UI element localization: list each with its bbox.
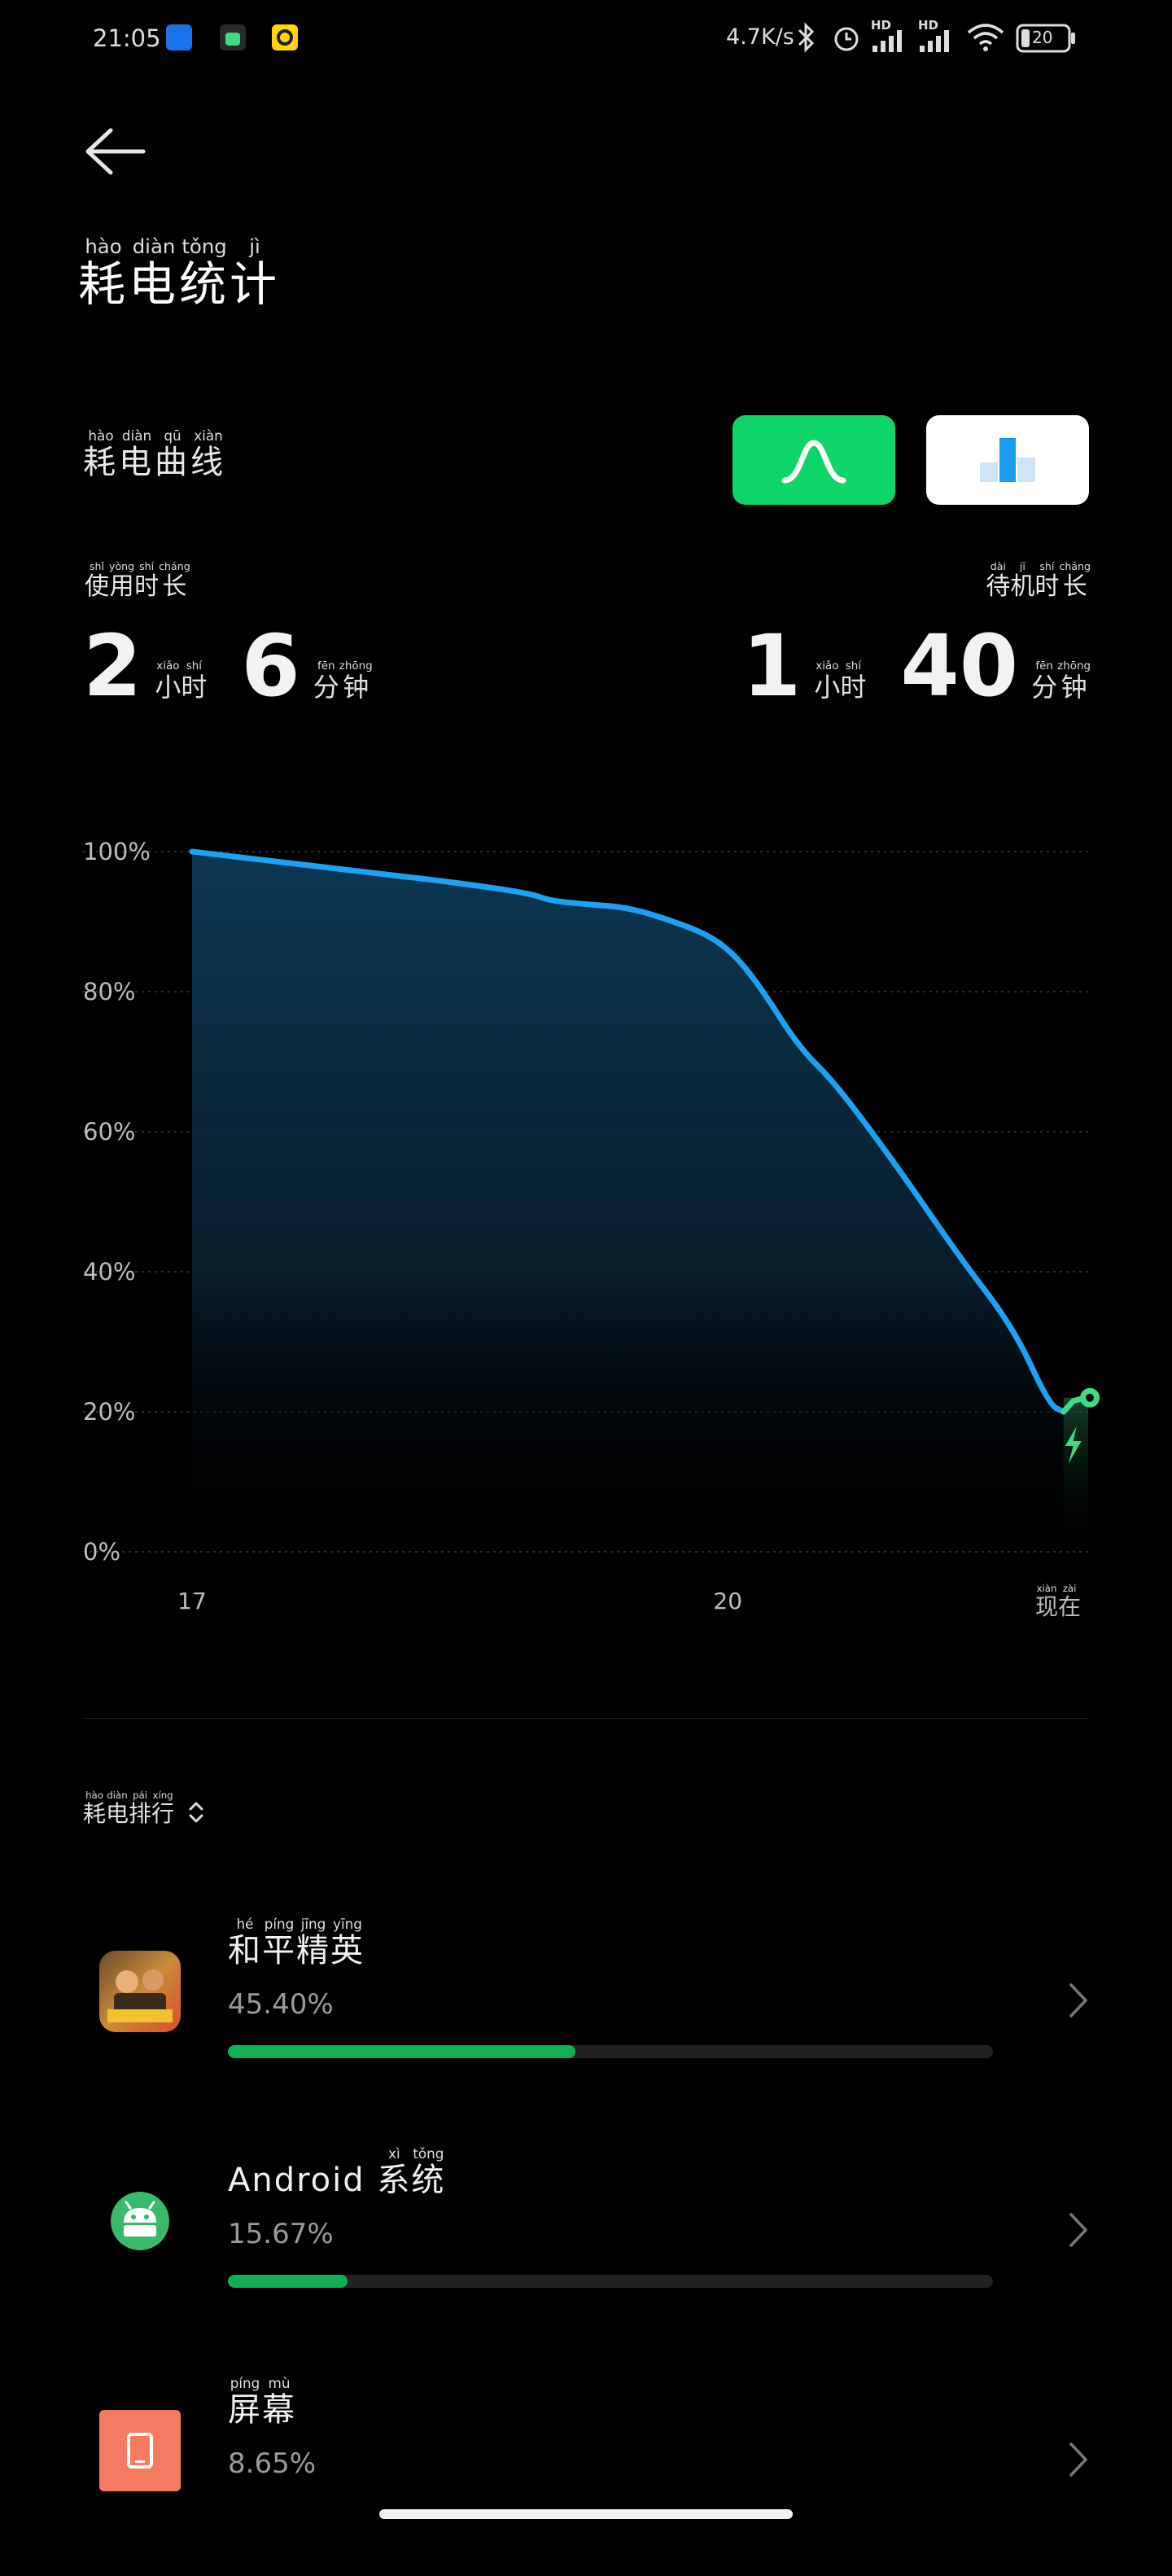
chevron-right-icon [1069, 2442, 1087, 2477]
app-usage-bar-fill [228, 2045, 575, 2058]
app-usage-row[interactable]: Android 系xì统tǒng 15.67% [0, 2143, 1172, 2346]
minute-unit: 分fēn钟zhōng [313, 660, 373, 703]
discharge-area [192, 852, 1064, 1552]
app-name: Android 系xì统tǒng [228, 2145, 446, 2199]
android-icon [99, 2180, 181, 2262]
usage-duration-value: 2 小xiǎo时shí 6 分fēn钟zhōng [83, 611, 387, 708]
y-tick-label: 20% [83, 1398, 135, 1426]
status-time: 21:05 [93, 24, 161, 52]
standby-duration-value: 1 小xiǎo时shí 40 分fēn钟zhōng [742, 611, 1105, 708]
yellow-app-icon [272, 24, 298, 50]
curve-icon [781, 440, 846, 484]
charging-area [1063, 1397, 1089, 1552]
home-indicator[interactable] [379, 2509, 793, 2519]
chevron-right-icon [1069, 1983, 1087, 2017]
bar-view-toggle[interactable] [926, 415, 1089, 505]
minute-unit: 分fēn钟zhōng [1031, 660, 1091, 703]
alarm-icon [834, 27, 859, 51]
status-bar: 21:05 4.7K/s HD HD 20 [0, 0, 1172, 78]
sort-label: 耗hào电diàn排pái行xíng [83, 1790, 175, 1827]
usage-duration-label: 使shǐ用yòng时shí长cháng [85, 560, 190, 601]
kugou-app-icon [166, 24, 192, 50]
signal-icon [872, 30, 902, 52]
curve-view-toggle[interactable] [732, 415, 895, 505]
sort-selector[interactable]: 耗hào电diàn排pái行xíng [83, 1790, 208, 1829]
battery-level: 20 [1032, 28, 1053, 47]
app-usage-bar [228, 2045, 993, 2058]
app-percent: 45.40% [228, 1988, 334, 2021]
page-title: 耗hào电diàn统tǒng计jì [78, 234, 281, 312]
app-percent: 8.65% [228, 2447, 317, 2480]
usage-minutes: 6 [241, 616, 300, 716]
standby-minutes: 40 [900, 616, 1019, 716]
y-tick-label: 100% [83, 838, 151, 865]
y-tick-label: 80% [83, 978, 135, 1005]
x-end-label: 现xiàn在zài [1035, 1583, 1082, 1620]
battery-curve-chart: 100% 80% 60% 40% 20% 0% 17 20 [83, 838, 1100, 1614]
standby-duration-label: 待dài机jī时shí长cháng [986, 560, 1091, 601]
hour-unit: 小xiǎo时shí [814, 660, 867, 703]
section-divider [83, 1718, 1089, 1719]
bar-chart-icon [980, 438, 1035, 482]
app-name: 和hé平píng精jīng英yīng [228, 1916, 365, 1969]
app-usage-bar [228, 2275, 993, 2288]
wifi-icon [967, 24, 1004, 51]
x-tick-label: 17 [177, 1588, 207, 1614]
app-percent: 15.67% [228, 2218, 334, 2250]
x-tick-label: 20 [713, 1588, 742, 1614]
back-button[interactable] [78, 122, 156, 181]
hour-unit: 小xiǎo时shí [155, 660, 208, 703]
android-notify-icon [220, 24, 246, 50]
curve-section-title: 耗hào电diàn曲qū线xiàn [83, 427, 226, 481]
peace-elite-game-icon [99, 1951, 181, 2032]
current-point-core [1086, 1393, 1095, 1402]
chevron-right-icon [1069, 2213, 1087, 2247]
app-usage-row[interactable]: 和hé平píng精jīng英yīng 45.40% [0, 1913, 1172, 2117]
sort-updown-icon [189, 1802, 203, 1823]
y-tick-label: 60% [83, 1118, 135, 1146]
signal-icon [920, 30, 949, 52]
net-speed: 4.7K/s [726, 24, 794, 50]
screen-icon [99, 2410, 181, 2491]
y-tick-label: 40% [83, 1258, 135, 1286]
standby-hours: 1 [742, 616, 802, 716]
app-usage-row[interactable]: 屏píng幕mù 8.65% [0, 2372, 1172, 2576]
y-tick-label: 0% [83, 1538, 120, 1566]
bluetooth-icon [798, 22, 815, 53]
usage-hours: 2 [83, 616, 142, 716]
back-arrow-icon [85, 128, 146, 175]
app-usage-bar-fill [228, 2275, 348, 2288]
app-name: 屏píng幕mù [228, 2375, 296, 2429]
